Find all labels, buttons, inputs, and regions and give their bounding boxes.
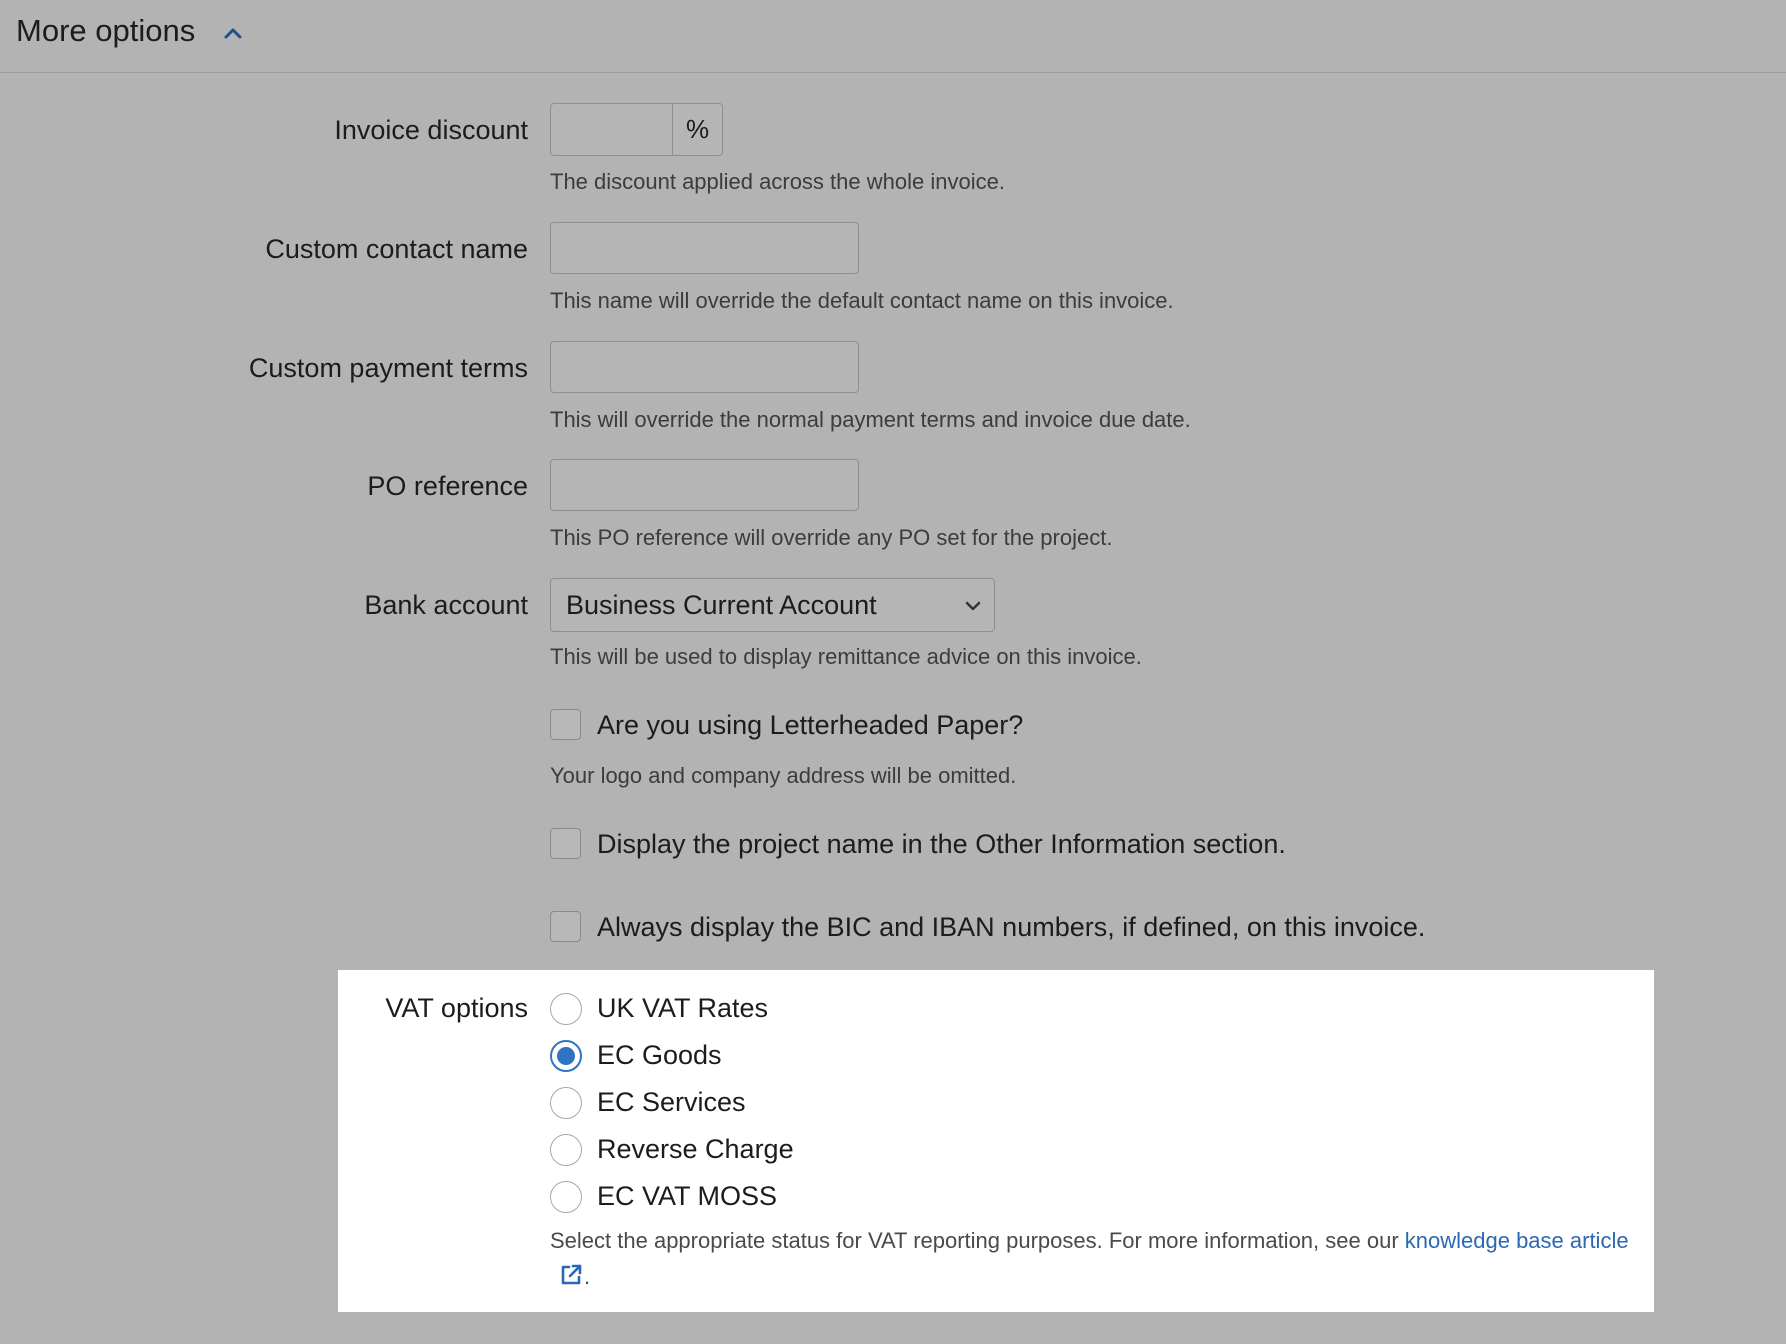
- radio-ec-vat-moss[interactable]: [550, 1181, 582, 1213]
- radio-label-ec-goods[interactable]: EC Goods: [597, 1039, 722, 1071]
- custom-contact-name-help: This name will override the default cont…: [550, 288, 1174, 313]
- percent-suffix: %: [685, 114, 710, 144]
- bank-account-select[interactable]: Business Current Account: [550, 578, 995, 632]
- letterheaded-paper-help: Your logo and company address will be om…: [550, 763, 1017, 788]
- vat-options-help: Select the appropriate status for VAT re…: [550, 1223, 1640, 1295]
- radio-uk-vat-rates[interactable]: [550, 993, 582, 1025]
- display-bic-iban-checkbox[interactable]: [550, 911, 581, 942]
- external-link-icon[interactable]: [558, 1262, 584, 1288]
- more-options-header[interactable]: More options: [0, 0, 1786, 73]
- letterheaded-paper-checkbox[interactable]: [550, 709, 581, 740]
- radio-reverse-charge[interactable]: [550, 1134, 582, 1166]
- custom-payment-terms-label: Custom payment terms: [248, 353, 528, 383]
- chevron-down-icon: [965, 601, 981, 611]
- vat-help-text: Select the appropriate status for VAT re…: [550, 1228, 1405, 1253]
- chevron-up-icon[interactable]: [222, 22, 244, 44]
- vat-options-label: VAT options: [385, 993, 528, 1023]
- radio-ec-services[interactable]: [550, 1087, 582, 1119]
- radio-label-ec-services[interactable]: EC Services: [597, 1086, 746, 1118]
- custom-contact-name-label: Custom contact name: [265, 234, 528, 264]
- letterheaded-paper-label[interactable]: Are you using Letterheaded Paper?: [597, 709, 1023, 741]
- vat-options-panel: VAT options UK VAT Rates EC Goods EC Ser…: [338, 970, 1654, 1312]
- radio-label-uk-vat-rates[interactable]: UK VAT Rates: [597, 992, 768, 1024]
- bank-account-label: Bank account: [364, 590, 528, 620]
- display-bic-iban-label[interactable]: Always display the BIC and IBAN numbers,…: [597, 911, 1425, 943]
- radio-label-ec-vat-moss[interactable]: EC VAT MOSS: [597, 1180, 777, 1212]
- po-reference-input[interactable]: [550, 459, 859, 511]
- po-reference-help: This PO reference will override any PO s…: [550, 525, 1113, 550]
- vat-help-end: .: [584, 1264, 591, 1289]
- invoice-discount-field[interactable]: [551, 104, 673, 155]
- po-reference-label: PO reference: [367, 471, 528, 501]
- knowledge-base-link-text[interactable]: knowledge base article: [1405, 1228, 1629, 1253]
- custom-payment-terms-help: This will override the normal payment te…: [550, 407, 1191, 432]
- more-options-title: More options: [16, 13, 196, 48]
- invoice-discount-help: The discount applied across the whole in…: [550, 169, 1005, 194]
- bank-account-selected: Business Current Account: [566, 590, 877, 620]
- invoice-discount-label: Invoice discount: [334, 115, 528, 145]
- display-project-name-checkbox[interactable]: [550, 828, 581, 859]
- radio-label-reverse-charge[interactable]: Reverse Charge: [597, 1133, 794, 1165]
- invoice-discount-input[interactable]: %: [550, 103, 723, 156]
- display-project-name-label[interactable]: Display the project name in the Other In…: [597, 828, 1286, 860]
- custom-contact-name-input[interactable]: [550, 222, 859, 274]
- custom-payment-terms-input[interactable]: [550, 341, 859, 393]
- bank-account-help: This will be used to display remittance …: [550, 644, 1142, 669]
- radio-ec-goods[interactable]: [550, 1040, 582, 1072]
